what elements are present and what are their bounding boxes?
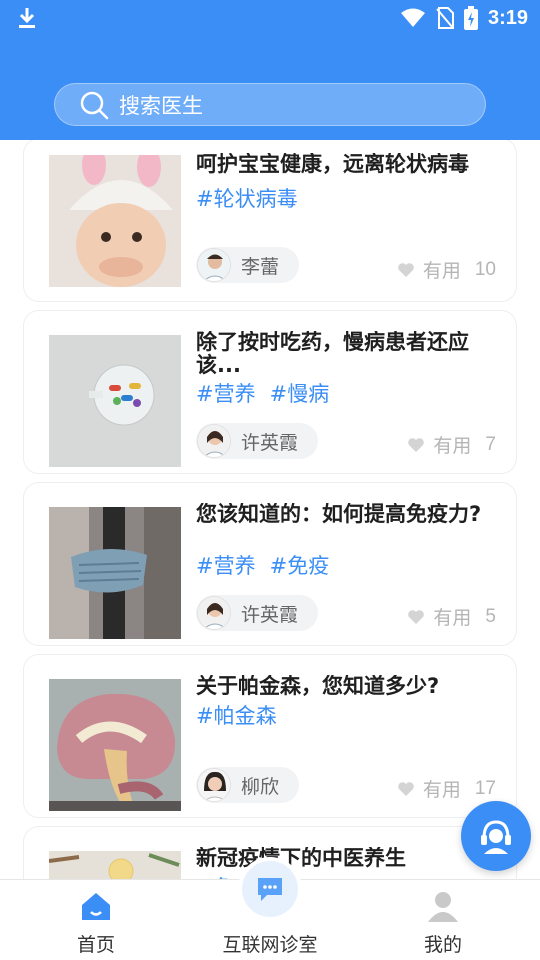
tab-home-label: 首页 <box>76 934 115 956</box>
tag[interactable]: #轮状病毒 <box>196 183 298 213</box>
tab-online-clinic-label: 互联网诊室 <box>222 934 318 956</box>
heart-icon <box>398 262 414 277</box>
chat-bubble-icon <box>258 878 282 901</box>
article-card[interactable]: 关于帕金森，您知道多少? #帕金森 柳欣 有用 17 <box>23 654 517 818</box>
search-icon <box>80 91 109 119</box>
tab-home[interactable]: 首页 <box>6 880 186 960</box>
clock: 3:19 <box>487 6 528 29</box>
useful-count: 7 <box>485 433 496 455</box>
author-chip[interactable]: 许英霞 <box>196 423 319 459</box>
author-name: 许英霞 <box>241 431 299 454</box>
tag[interactable]: #营养 <box>196 550 256 580</box>
customer-service-button[interactable] <box>461 801 531 871</box>
wifi-icon <box>400 8 425 27</box>
avatar <box>197 596 231 630</box>
tag[interactable]: #免疫 <box>270 550 330 580</box>
useful-count: 5 <box>485 605 496 627</box>
author-chip[interactable]: 许英霞 <box>196 595 319 631</box>
useful-button[interactable]: 有用 17 <box>397 775 496 802</box>
no-sim-icon <box>436 7 454 29</box>
useful-label: 有用 <box>433 435 472 457</box>
article-card[interactable]: 您该知道的：如何提高免疫力? #营养 #免疫 许英霞 有用 5 <box>23 482 517 646</box>
useful-label: 有用 <box>422 260 461 282</box>
author-name: 许英霞 <box>241 603 299 626</box>
avatar <box>197 424 231 458</box>
tab-mine-label: 我的 <box>423 934 462 956</box>
article-tags: #营养 #慢病 <box>196 378 329 408</box>
tag[interactable]: #慢病 <box>270 378 330 408</box>
online-clinic-bubble[interactable] <box>242 861 298 917</box>
heart-icon <box>398 781 414 796</box>
tag[interactable]: #帕金森 <box>196 700 277 730</box>
article-thumbnail-mask <box>49 507 181 639</box>
avatar <box>197 768 231 802</box>
article-title[interactable]: 您该知道的：如何提高免疫力? <box>196 503 506 526</box>
useful-count: 17 <box>474 777 496 799</box>
article-tags: #免 <box>196 872 235 879</box>
heart-icon <box>408 609 425 624</box>
article-tags: #轮状病毒 <box>196 183 298 213</box>
article-tags: #帕金森 <box>196 700 277 730</box>
useful-label: 有用 <box>422 779 461 801</box>
article-feed[interactable]: 呵护宝宝健康，远离轮状病毒 #轮状病毒 李蕾 有用 10 除了按时吃药，慢病患者… <box>0 140 540 879</box>
article-thumbnail-brain <box>49 679 181 811</box>
article-title[interactable]: 除了按时吃药，慢病患者还应该... <box>196 331 506 377</box>
article-tags: #营养 #免疫 <box>196 550 329 580</box>
tab-mine[interactable]: 我的 <box>353 880 533 960</box>
useful-button[interactable]: 有用 10 <box>397 256 496 283</box>
useful-count: 10 <box>474 258 496 280</box>
author-chip[interactable]: 柳欣 <box>196 767 300 803</box>
author-name: 李蕾 <box>241 255 280 278</box>
author-chip[interactable]: 李蕾 <box>196 247 300 283</box>
home-icon <box>82 893 110 920</box>
download-icon <box>19 8 35 28</box>
tag[interactable]: #免 <box>196 872 235 879</box>
search-placeholder: 搜索医生 <box>119 93 203 118</box>
article-card[interactable]: 呵护宝宝健康，远离轮状病毒 #轮状病毒 李蕾 有用 10 <box>23 140 517 302</box>
header-bar: 3:19 搜索医生 <box>0 0 540 140</box>
useful-label: 有用 <box>433 607 472 629</box>
article-title[interactable]: 呵护宝宝健康，远离轮状病毒 <box>196 153 506 176</box>
search-input[interactable]: 搜索医生 <box>54 83 486 126</box>
status-bar: 3:19 <box>0 0 540 36</box>
article-thumbnail-herbs <box>49 851 181 879</box>
avatar <box>197 248 231 282</box>
useful-button[interactable]: 有用 7 <box>407 431 496 458</box>
battery-charging-icon <box>463 6 478 30</box>
user-icon <box>428 892 458 922</box>
author-name: 柳欣 <box>241 775 280 798</box>
useful-button[interactable]: 有用 5 <box>407 603 496 630</box>
article-title[interactable]: 新冠疫情下的中医养生 <box>196 847 506 870</box>
article-card[interactable]: 除了按时吃药，慢病患者还应该... #营养 #慢病 许英霞 有用 7 <box>23 310 517 474</box>
article-thumbnail-pills <box>49 335 181 467</box>
article-thumbnail-baby <box>49 155 181 287</box>
article-title[interactable]: 关于帕金森，您知道多少? <box>196 675 506 698</box>
tag[interactable]: #营养 <box>196 378 256 408</box>
headset-agent-icon <box>481 820 511 854</box>
heart-icon <box>408 437 425 452</box>
